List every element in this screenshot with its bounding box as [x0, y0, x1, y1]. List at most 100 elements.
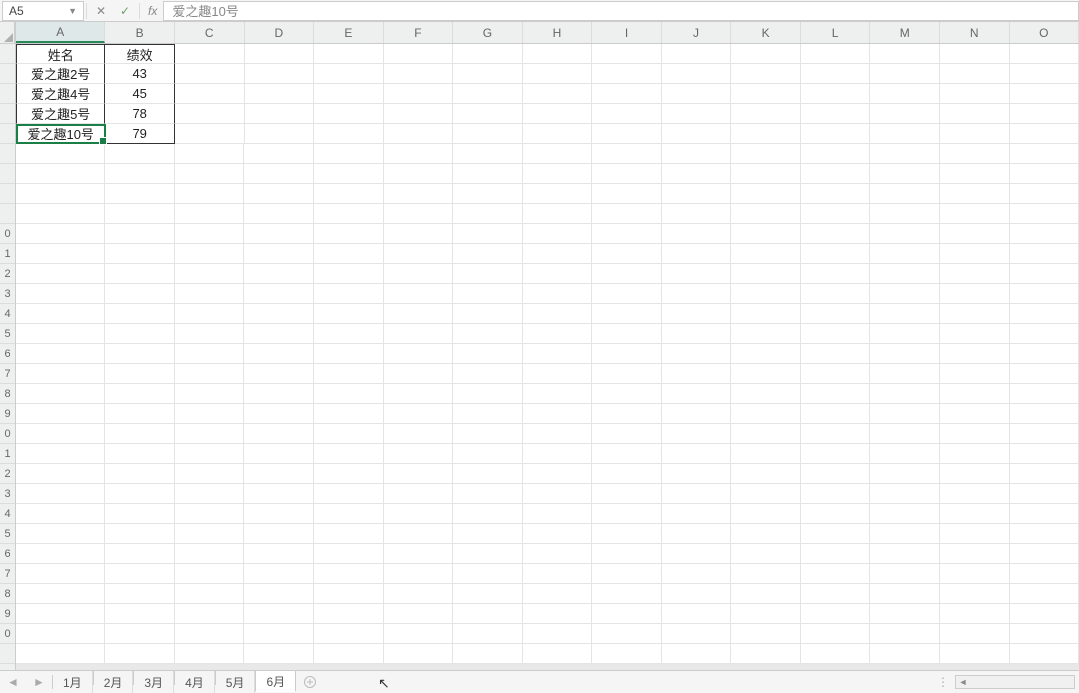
cell[interactable] — [175, 224, 245, 244]
cell[interactable] — [801, 404, 871, 424]
row-header[interactable] — [0, 124, 15, 144]
cell[interactable] — [314, 524, 384, 544]
cell[interactable] — [940, 64, 1010, 84]
cell[interactable] — [592, 544, 662, 564]
row-header[interactable]: 7 — [0, 564, 15, 584]
cell[interactable] — [731, 184, 801, 204]
cell[interactable] — [731, 484, 801, 504]
name-box[interactable]: A5 ▼ — [2, 1, 84, 21]
cell[interactable] — [592, 184, 662, 204]
cell[interactable] — [523, 524, 593, 544]
cell[interactable] — [662, 84, 732, 104]
row-header[interactable]: 2 — [0, 464, 15, 484]
cell[interactable] — [940, 504, 1010, 524]
cell[interactable] — [384, 624, 454, 644]
cell[interactable] — [592, 424, 662, 444]
cell[interactable] — [175, 424, 245, 444]
cell[interactable] — [731, 84, 801, 104]
cell[interactable] — [105, 524, 175, 544]
row-header[interactable] — [0, 44, 15, 64]
cell[interactable] — [592, 44, 662, 64]
cell[interactable] — [1010, 524, 1079, 544]
cell[interactable] — [16, 204, 105, 224]
cell[interactable] — [1010, 164, 1079, 184]
cell[interactable] — [453, 284, 523, 304]
cell[interactable] — [244, 364, 314, 384]
cell[interactable] — [731, 544, 801, 564]
cell[interactable] — [731, 404, 801, 424]
cell[interactable] — [731, 644, 801, 664]
cell[interactable] — [1010, 504, 1079, 524]
cell[interactable] — [384, 544, 454, 564]
column-header-K[interactable]: K — [731, 22, 801, 43]
row-header[interactable]: 3 — [0, 284, 15, 304]
cell[interactable] — [940, 144, 1010, 164]
cell[interactable] — [384, 484, 454, 504]
cell[interactable] — [523, 324, 593, 344]
cell[interactable] — [592, 524, 662, 544]
cell[interactable] — [523, 504, 593, 524]
cell[interactable] — [453, 424, 523, 444]
cell[interactable] — [16, 264, 105, 284]
column-header-M[interactable]: M — [870, 22, 940, 43]
cell[interactable] — [731, 504, 801, 524]
cell[interactable] — [314, 324, 384, 344]
cell[interactable] — [105, 604, 175, 624]
cell[interactable] — [175, 284, 245, 304]
cell[interactable] — [16, 304, 105, 324]
cell[interactable] — [801, 364, 871, 384]
cell[interactable] — [244, 504, 314, 524]
cell[interactable] — [384, 604, 454, 624]
cell[interactable] — [314, 224, 384, 244]
cell[interactable] — [384, 244, 454, 264]
cells-area[interactable]: 姓名绩效爱之趣2号43爱之趣4号45爱之趣5号78爱之趣10号79 — [16, 44, 1079, 664]
cell[interactable] — [314, 544, 384, 564]
cell[interactable] — [801, 124, 871, 144]
cell[interactable] — [940, 644, 1010, 664]
cell[interactable] — [314, 624, 384, 644]
cell[interactable] — [940, 564, 1010, 584]
cell[interactable] — [870, 444, 940, 464]
cell[interactable] — [1010, 64, 1079, 84]
cell[interactable] — [453, 304, 523, 324]
cell[interactable] — [105, 464, 175, 484]
cell[interactable] — [1010, 104, 1079, 124]
cell[interactable] — [662, 164, 732, 184]
cell[interactable] — [16, 184, 105, 204]
cell[interactable] — [384, 584, 454, 604]
cell[interactable] — [801, 644, 871, 664]
cell[interactable] — [175, 464, 245, 484]
cell[interactable] — [592, 384, 662, 404]
cell[interactable] — [1010, 404, 1079, 424]
cell[interactable] — [453, 384, 523, 404]
cell[interactable] — [940, 284, 1010, 304]
cell[interactable] — [16, 224, 105, 244]
cell[interactable] — [314, 44, 384, 64]
cell[interactable] — [1010, 44, 1079, 64]
cell[interactable] — [244, 484, 314, 504]
tab-nav-prev[interactable]: ◄ — [0, 671, 26, 693]
cell[interactable] — [592, 124, 662, 144]
sheet-tab[interactable]: 4月 — [175, 671, 215, 693]
cell[interactable] — [801, 564, 871, 584]
cell[interactable] — [175, 184, 245, 204]
cell[interactable] — [870, 404, 940, 424]
cell[interactable] — [16, 504, 105, 524]
cell[interactable] — [105, 384, 175, 404]
cell[interactable] — [523, 424, 593, 444]
cell[interactable] — [731, 624, 801, 644]
cell[interactable] — [731, 304, 801, 324]
cell[interactable] — [523, 604, 593, 624]
fx-icon[interactable]: fx — [142, 4, 163, 18]
cell[interactable] — [175, 344, 245, 364]
cell[interactable] — [662, 424, 732, 444]
cell[interactable] — [105, 424, 175, 444]
cell[interactable]: 绩效 — [105, 44, 175, 64]
cell[interactable] — [244, 624, 314, 644]
cell[interactable] — [384, 124, 454, 144]
cell[interactable] — [523, 264, 593, 284]
cell[interactable] — [592, 484, 662, 504]
cell[interactable] — [175, 504, 245, 524]
cell[interactable] — [453, 124, 523, 144]
cell[interactable] — [1010, 284, 1079, 304]
